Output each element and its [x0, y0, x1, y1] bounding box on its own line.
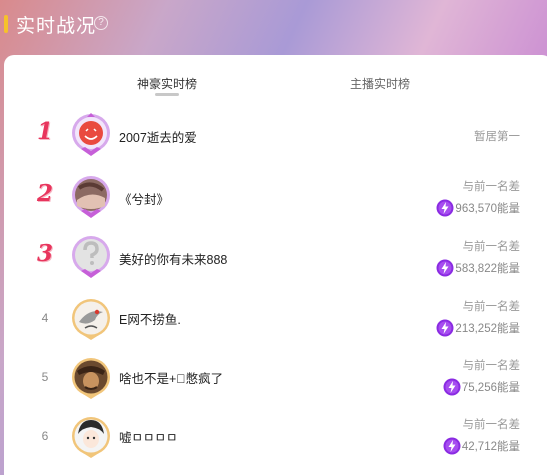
energy-value: 583,822能量 — [455, 263, 520, 275]
energy-gap: 75,256能量 — [443, 378, 520, 396]
user-name: 2007逝去的爱 — [119, 131, 197, 145]
anime-boy-avatar[interactable] — [67, 412, 115, 460]
user-name: 啥也不是+᪲憋疯了 — [119, 372, 224, 386]
gap-label: 与前一名差 — [462, 241, 521, 253]
rank-number: 1 — [36, 118, 53, 145]
ranking-panel: 神豪实时榜 主播实时榜 1 2007逝去的爱 暂居第一 2 《兮封》 与前一名差… — [4, 55, 547, 475]
lightning-energy-icon — [436, 319, 454, 337]
lightning-energy-icon — [443, 437, 461, 455]
red-smiley-avatar[interactable] — [67, 112, 115, 160]
default-user-avatar[interactable] — [67, 234, 115, 282]
energy-gap: 963,570能量 — [436, 199, 520, 217]
rank-number: 5 — [41, 370, 49, 384]
pirate-avatar[interactable] — [67, 353, 115, 401]
lightning-energy-icon — [443, 378, 461, 396]
rank-number: 2 — [36, 180, 53, 207]
lightning-energy-icon — [436, 259, 454, 277]
ranking-row[interactable]: 3 美好的你有未来888 与前一名差 583,822能量 — [4, 230, 547, 288]
rank-number: 6 — [41, 429, 49, 443]
photo-avatar[interactable] — [67, 174, 115, 222]
energy-value: 963,570能量 — [455, 203, 520, 215]
tab-anchor-ranking[interactable]: 主播实时榜 — [350, 75, 410, 92]
question-circle-icon[interactable]: ? — [94, 16, 108, 30]
section-title: 实时战况 — [16, 16, 97, 37]
user-name: 《兮封》 — [119, 193, 170, 207]
rank-number: 4 — [41, 311, 49, 325]
rank-status-text: 暂居第一 — [474, 131, 520, 143]
ranking-row[interactable]: 5 啥也不是+᪲憋疯了 与前一名差 75,256能量 — [4, 349, 547, 407]
header-accent-bar — [4, 15, 8, 33]
ranking-row[interactable]: 1 2007逝去的爱 暂居第一 — [4, 108, 547, 166]
energy-value: 75,256能量 — [461, 382, 520, 394]
energy-gap: 42,712能量 — [443, 437, 520, 455]
energy-gap: 583,822能量 — [436, 259, 520, 277]
rank-number: 3 — [36, 240, 53, 267]
user-name: E网不捞鱼. — [119, 313, 181, 327]
active-tab-indicator — [155, 93, 179, 96]
ranking-row[interactable]: 4 E网不捞鱼. 与前一名差 213,252能量 — [4, 290, 547, 348]
energy-value: 42,712能量 — [461, 441, 520, 453]
gap-label: 与前一名差 — [462, 419, 521, 431]
tab-tycoon-ranking[interactable]: 神豪实时榜 — [137, 75, 197, 92]
ranking-row[interactable]: 2 《兮封》 与前一名差 963,570能量 — [4, 170, 547, 228]
energy-value: 213,252能量 — [455, 323, 520, 335]
gap-label: 与前一名差 — [462, 360, 521, 372]
energy-gap: 213,252能量 — [436, 319, 520, 337]
gap-label: 与前一名差 — [462, 301, 521, 313]
gap-label: 与前一名差 — [462, 181, 521, 193]
user-name: 嘘ㅁㅁㅁㅁ — [119, 431, 178, 445]
user-name: 美好的你有未来888 — [119, 253, 228, 267]
lightning-energy-icon — [436, 199, 454, 217]
crane-avatar[interactable] — [67, 294, 115, 342]
section-header: 实时战况 ? — [0, 0, 547, 50]
ranking-row[interactable]: 6 嘘ㅁㅁㅁㅁ 与前一名差 42,712能量 — [4, 408, 547, 466]
